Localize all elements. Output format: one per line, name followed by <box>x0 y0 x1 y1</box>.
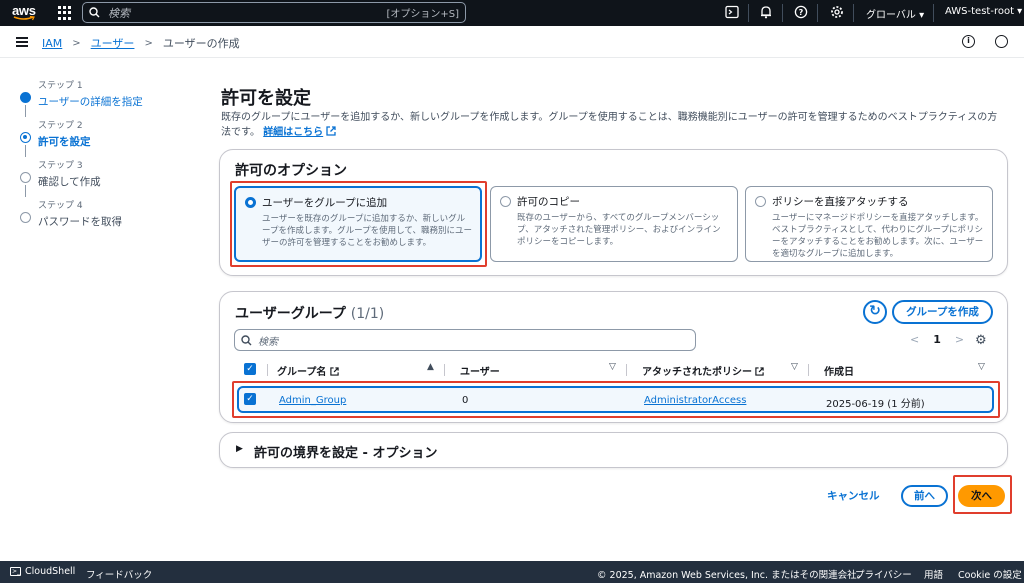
page-description: 既存のグループにユーザーを追加するか、新しいグループを作成します。グループを使用… <box>221 112 998 138</box>
select-all-checkbox[interactable]: ✓ <box>244 363 256 375</box>
col-group-name[interactable]: グループ名 <box>277 363 339 378</box>
help-icon[interactable]: ? <box>794 5 810 21</box>
caret-right-icon[interactable]: ▶ <box>236 444 243 454</box>
external-link-icon <box>330 367 339 376</box>
cloudshell-icon: >_ <box>10 567 21 576</box>
breadcrumb-current: ユーザーの作成 <box>162 37 240 50</box>
create-group-button[interactable]: グループを作成 <box>892 300 993 324</box>
global-search-input[interactable]: 検索 [オプション+S] <box>82 2 466 23</box>
breadcrumb-bar: IAM > ユーザー > ユーザーの作成 i <box>0 26 1024 58</box>
permissions-boundary-panel[interactable]: ▶ 許可の境界を設定 - オプション <box>219 432 1008 468</box>
refresh-button[interactable]: ↻ <box>863 300 887 324</box>
page-title: 許可を設定 <box>221 88 311 109</box>
cancel-button[interactable]: キャンセル <box>827 488 880 503</box>
refresh-icon: ↻ <box>869 303 881 319</box>
footer: >_ CloudShell フィードバック © 2025, Amazon Web… <box>0 561 1024 583</box>
account-menu[interactable]: AWS-test-root ▾ <box>945 6 1022 17</box>
terms-link[interactable]: 用語 <box>924 567 943 581</box>
sort-icon[interactable]: ▽ <box>978 362 985 372</box>
pagination: < 1 > <box>910 333 964 346</box>
sort-icon[interactable]: ▽ <box>609 362 616 372</box>
permission-options-heading: 許可のオプション <box>235 163 347 179</box>
col-users[interactable]: ユーザー <box>460 363 500 378</box>
step-4: ステップ 4 パスワードを取得 <box>20 198 200 238</box>
services-grid-icon[interactable] <box>58 6 72 20</box>
external-link-icon <box>326 126 337 136</box>
user-groups-heading: ユーザーグループ (1/1) <box>235 306 385 322</box>
breadcrumb: IAM > ユーザー > ユーザーの作成 <box>42 35 240 51</box>
step-3: ステップ 3 確認して作成 <box>20 158 200 198</box>
permissions-boundary-heading[interactable]: 許可の境界を設定 - オプション <box>254 442 437 461</box>
chevron-left-icon[interactable]: < <box>910 333 919 346</box>
highlight-box <box>232 381 1000 418</box>
step-indicator <box>20 132 31 143</box>
search-icon <box>241 334 252 345</box>
bell-icon[interactable] <box>759 5 775 21</box>
wizard-steps: ステップ 1 ユーザーの詳細を指定 ステップ 2 許可を設定 ステップ 3 確認… <box>20 78 200 238</box>
cloudshell-button[interactable]: >_ CloudShell <box>10 566 75 577</box>
group-count: (1/1) <box>350 306 385 322</box>
step-indicator <box>20 92 31 103</box>
col-created[interactable]: 作成日 <box>824 363 854 378</box>
privacy-link[interactable]: プライバシー <box>855 567 912 581</box>
permission-options-panel: 許可のオプション ユーザーをグループに追加 ユーザーを既存のグループに追加するか… <box>219 149 1008 276</box>
breadcrumb-users[interactable]: ユーザー <box>91 35 135 51</box>
learn-more-link[interactable]: 詳細はこちら <box>263 127 323 138</box>
cloudshell-icon[interactable] <box>725 5 741 21</box>
aws-logo[interactable]: aws <box>11 3 37 23</box>
option-attach-policies[interactable]: ポリシーを直接アタッチする ユーザーにマネージドポリシーを直接アタッチします。ベ… <box>745 186 993 262</box>
region-selector[interactable]: グローバル ▾ <box>866 6 924 21</box>
gear-icon[interactable] <box>830 5 846 21</box>
previous-button[interactable]: 前へ <box>901 485 948 507</box>
step-1[interactable]: ステップ 1 ユーザーの詳細を指定 <box>20 78 200 118</box>
option-copy-permissions[interactable]: 許可のコピー 既存のユーザーから、すべてのグループメンバーシップ、アタッチされた… <box>490 186 738 262</box>
chevron-right-icon: > <box>72 37 81 49</box>
search-icon <box>89 7 100 18</box>
radio-button[interactable] <box>755 196 766 207</box>
chevron-right-icon: > <box>144 37 153 49</box>
breadcrumb-iam[interactable]: IAM <box>42 37 62 50</box>
sort-icon[interactable]: ▽ <box>791 362 798 372</box>
svg-text:?: ? <box>799 8 804 17</box>
step-indicator <box>20 212 31 223</box>
info-icon[interactable]: i <box>962 35 975 48</box>
user-groups-panel: ユーザーグループ (1/1) ↻ グループを作成 検索 < 1 > ⚙ ✓ グル… <box>219 291 1008 423</box>
copyright-text: © 2025, Amazon Web Services, Inc. またはその関… <box>597 570 867 581</box>
page-number[interactable]: 1 <box>933 333 941 346</box>
highlight-box <box>230 181 487 267</box>
external-link-icon <box>755 367 765 376</box>
search-shortcut: [オプション+S] <box>386 9 459 20</box>
group-search-placeholder: 検索 <box>258 336 278 348</box>
table-settings-icon[interactable]: ⚙ <box>975 333 987 348</box>
radio-button[interactable] <box>500 196 511 207</box>
group-search-input[interactable]: 検索 <box>234 329 696 351</box>
menu-icon[interactable] <box>16 37 28 47</box>
chevron-right-icon[interactable]: > <box>955 333 964 346</box>
col-attached-policies[interactable]: アタッチされたポリシー <box>642 363 765 378</box>
table-header: ✓ グループ名 ▲ ユーザー ▽ アタッチされたポリシー ▽ 作成日 ▽ <box>234 362 994 378</box>
recent-activity-icon[interactable] <box>995 35 1008 48</box>
step-indicator <box>20 172 31 183</box>
cookie-settings-link[interactable]: Cookie の設定 <box>958 567 1022 581</box>
sort-ascending-icon[interactable]: ▲ <box>427 362 434 372</box>
step-2: ステップ 2 許可を設定 <box>20 118 200 158</box>
search-placeholder: 検索 <box>108 6 130 20</box>
feedback-link[interactable]: フィードバック <box>86 567 152 581</box>
top-navigation: aws 検索 [オプション+S] ? グローバル ▾ AWS-test-root… <box>0 0 1024 26</box>
highlight-box <box>953 475 1012 514</box>
